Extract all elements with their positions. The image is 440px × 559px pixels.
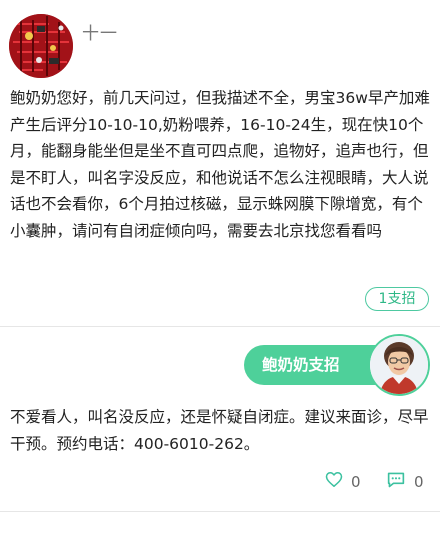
chat-bubble-icon (386, 471, 406, 493)
doctor-avatar[interactable] (368, 334, 430, 396)
divider (0, 511, 440, 512)
answer-text: 不爱看人，叫名没反应，还是怀疑自闭症。建议来面诊，尽早干预。预约电话：400-6… (10, 408, 429, 453)
question-text: 鲍奶奶您好，前几天问过，但我描述不全，男宝36w早产加难产生后评分10-10-1… (10, 89, 430, 240)
username[interactable]: 十一 (82, 19, 118, 44)
heart-outline-icon (325, 471, 343, 492)
like-button[interactable]: 0 (325, 471, 361, 492)
user-avatar[interactable] (9, 14, 73, 78)
like-count: 0 (351, 472, 361, 491)
divider (0, 326, 440, 327)
comment-count: 0 (414, 473, 424, 491)
support-button[interactable]: 1支招 (365, 287, 429, 311)
comment-button[interactable]: 0 (386, 471, 424, 493)
